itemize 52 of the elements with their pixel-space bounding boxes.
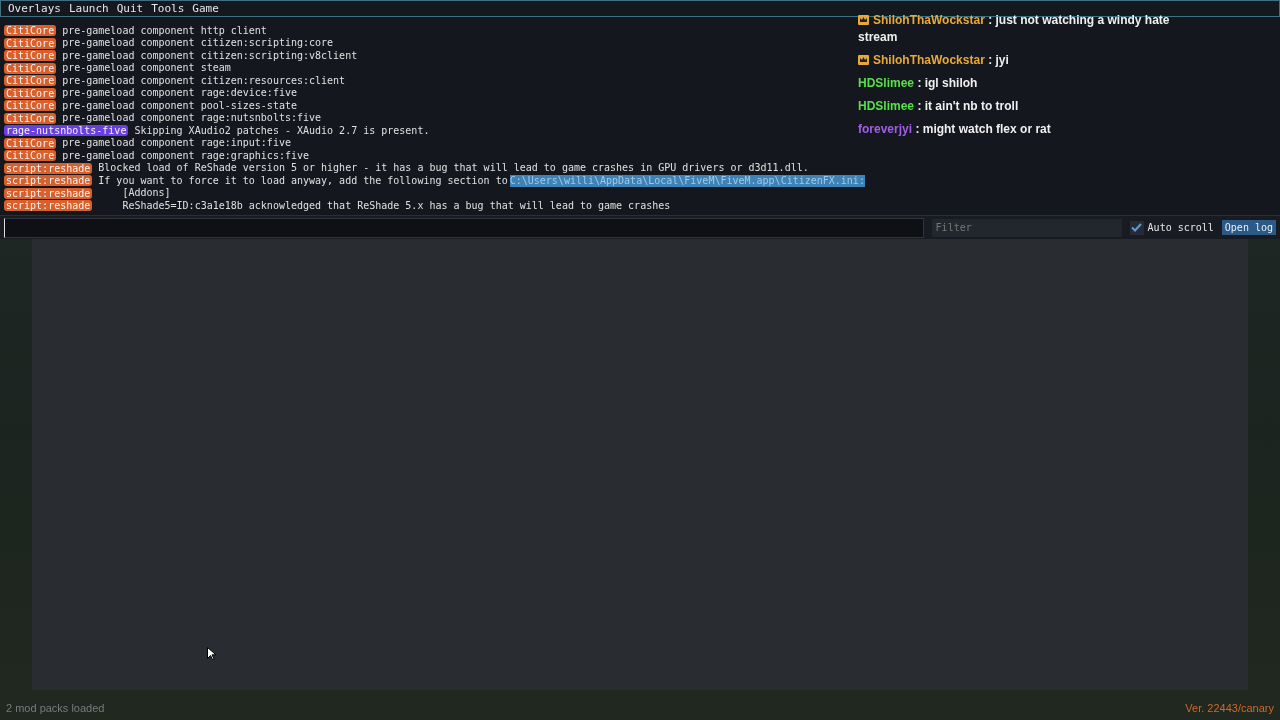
log-tag: script:reshade — [4, 200, 93, 212]
version-label: Ver. 22443/canary — [1185, 702, 1274, 714]
open-log-button[interactable]: Open log — [1221, 220, 1276, 235]
log-tag: CitiCore — [4, 100, 57, 112]
auto-scroll-checkbox[interactable] — [1129, 220, 1144, 235]
log-tag: CitiCore — [4, 37, 57, 49]
chat-message: ShilohThaWockstar : jyi — [858, 52, 1193, 69]
chat-message: HDSlimee : igl shiloh — [858, 75, 979, 92]
log-message: Skipping XAudio2 patches - XAudio 2.7 is present. — [134, 124, 430, 137]
log-tag: script:reshade — [4, 162, 93, 174]
crown-badge-icon — [858, 55, 869, 65]
log-message: pre-gameload component http client — [62, 24, 267, 37]
log-message: pre-gameload component pool-sizes-state — [62, 99, 297, 112]
mouse-cursor-icon — [207, 647, 216, 660]
menu-item[interactable]: Overlays — [4, 1, 65, 16]
filter-field[interactable]: Filter — [931, 218, 1122, 237]
log-tag: CitiCore — [4, 137, 57, 149]
auto-scroll-label: Auto scroll — [1147, 222, 1214, 233]
log-message: pre-gameload component citizen:scripting:v8client — [62, 49, 358, 62]
mod-packs-status: 2 mod packs loaded — [6, 702, 105, 714]
log-message: pre-gameload component rage:nutsnbolts:five — [62, 112, 322, 125]
log-tag: CitiCore — [4, 25, 57, 37]
log-tag: CitiCore — [4, 75, 57, 87]
log-message: pre-gameload component rage:input:five — [62, 137, 291, 150]
selected-text: C:\Users\willi\AppData\Local\FiveM\FiveM.app\CitizenFX.ini: — [509, 174, 865, 187]
checkmark-icon — [1131, 223, 1143, 232]
log-message: pre-gameload component steam — [62, 62, 231, 75]
log-tag: CitiCore — [4, 150, 57, 162]
menu-item[interactable]: Tools — [147, 1, 189, 16]
log-tag: CitiCore — [4, 62, 57, 74]
console-input-field[interactable] — [4, 217, 924, 238]
menu-item[interactable]: Quit — [112, 1, 148, 16]
log-message: pre-gameload component rage:device:five — [62, 87, 297, 100]
crown-badge-icon — [858, 15, 869, 25]
log-message: ReShade5=ID:c3a1e18b acknowledged that ReShade 5.x has a bug that will lead to game crashes — [121, 199, 671, 212]
log-message: [Addons] — [121, 187, 171, 200]
log-tag: rage-nutsnbolts-five — [4, 125, 129, 137]
log-message: If you want to force it to load anyway, add the following section to — [98, 174, 508, 187]
chat-message: HDSlimee : it ain't nb to troll — [858, 98, 1020, 115]
log-message: Blocked load of ReShade version 5 or higher - it has a bug that will lead to game crashes in GPU drivers or d3d11.dll. — [98, 162, 809, 175]
log-tag: CitiCore — [4, 87, 57, 99]
chat-message: foreverjyi : might watch flex or rat — [858, 121, 1052, 138]
log-tag: CitiCore — [4, 50, 57, 62]
log-tag: CitiCore — [4, 112, 57, 124]
chat-message: ShilohThaWockstar : just not watching a windy hate stream — [858, 12, 1171, 46]
menu-item[interactable]: Launch — [65, 1, 113, 16]
log-message: pre-gameload component citizen:resources:client — [62, 74, 346, 87]
menu-item[interactable]: Game — [188, 1, 223, 16]
log-message: pre-gameload component citizen:scripting:core — [62, 37, 334, 50]
log-tag: script:reshade — [4, 187, 93, 199]
log-message: pre-gameload component rage:graphics:five — [62, 149, 309, 162]
log-tag: script:reshade — [4, 175, 93, 187]
